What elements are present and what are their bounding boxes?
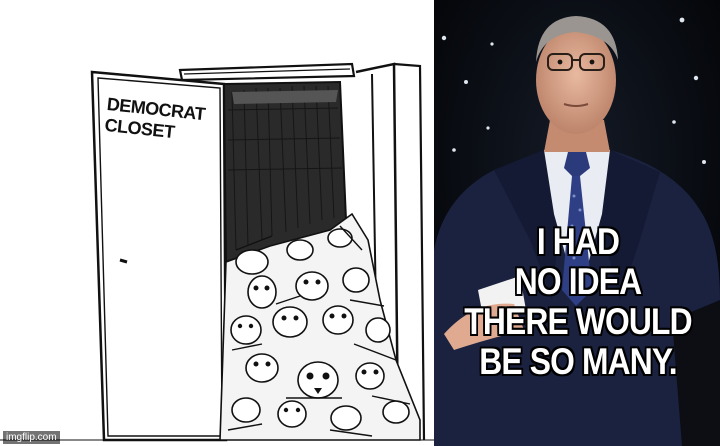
closet-cartoon-panel: DEMOCRAT CLOSET imgflip.com [0, 0, 434, 446]
imgflip-watermark: imgflip.com [3, 431, 60, 444]
meme-caption: I HAD NO IDEA THERE WOULD BE SO MANY. [464, 221, 692, 382]
closet-door-illustration [0, 62, 434, 442]
meme-image: DEMOCRAT CLOSET imgflip.com I HAD NO IDE… [0, 0, 720, 446]
man-in-suit-photo-panel: I HAD NO IDEA THERE WOULD BE SO MANY. [434, 0, 720, 446]
